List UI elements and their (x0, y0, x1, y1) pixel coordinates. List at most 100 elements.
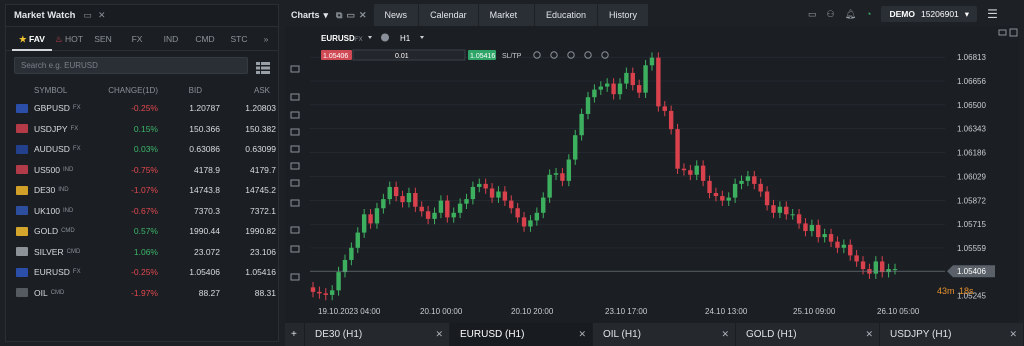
candle[interactable] (393, 186, 399, 197)
candle[interactable] (483, 183, 488, 189)
candle[interactable] (854, 255, 859, 262)
close-icon[interactable]: ✕ (578, 323, 586, 346)
list-item[interactable]: DE30 IND -1.07% 14743.8 14745.2 (6, 180, 278, 201)
candle[interactable] (656, 57, 661, 107)
chart-tab-oil[interactable]: OIL (H1) ✕ (593, 323, 736, 346)
candle[interactable] (349, 247, 354, 260)
grid-view-icon[interactable] (256, 62, 270, 74)
tab-stc[interactable]: STC (222, 27, 256, 51)
candle[interactable] (630, 72, 635, 86)
candle[interactable] (515, 208, 520, 218)
tab-hot[interactable]: ♨ HOT (52, 27, 86, 51)
candle[interactable] (477, 183, 482, 187)
candle[interactable] (419, 206, 424, 212)
candle[interactable] (598, 86, 604, 90)
bid-cell[interactable]: 14743.8 (158, 185, 220, 195)
bid-cell[interactable]: 0.63086 (158, 144, 220, 154)
candle[interactable] (848, 244, 853, 256)
list-item[interactable]: US500 IND -0.75% 4178.9 4179.7 (6, 160, 278, 181)
tab-ind[interactable]: IND (154, 27, 188, 51)
list-item[interactable]: EURUSD FX -0.25% 1.05406 1.05416 (6, 262, 278, 283)
ask-cell[interactable]: 0.63099 (220, 144, 276, 154)
candle[interactable] (604, 83, 610, 87)
chart-tab-eurusd[interactable]: EURUSD (H1) ✕ (450, 323, 593, 346)
tabs-more-icon[interactable]: » (256, 27, 276, 51)
candle[interactable] (425, 211, 431, 219)
candle[interactable] (624, 72, 629, 84)
candle[interactable] (502, 191, 508, 201)
candle[interactable] (790, 214, 795, 216)
candle[interactable] (668, 110, 674, 130)
candle[interactable] (381, 199, 386, 209)
candle[interactable] (528, 220, 533, 227)
minimize-icon[interactable]: ▭ (83, 10, 92, 21)
candle[interactable] (310, 287, 316, 292)
candle[interactable] (720, 196, 725, 201)
candle[interactable] (361, 214, 367, 233)
bid-cell[interactable]: 1990.44 (158, 226, 220, 236)
tab-news[interactable]: News (374, 4, 420, 26)
add-chart-button[interactable]: + (285, 323, 305, 346)
list-item[interactable]: GBPUSD FX -0.25% 1.20787 1.20803 (6, 98, 278, 119)
candle[interactable] (329, 290, 335, 295)
candle[interactable] (784, 206, 789, 215)
candle[interactable] (592, 89, 597, 98)
candle[interactable] (681, 168, 687, 171)
list-item[interactable]: OIL CMD -1.97% 88.27 88.31 (6, 283, 278, 304)
chart-menu-icon[interactable] (1009, 28, 1018, 37)
candle[interactable] (809, 224, 815, 232)
ask-cell[interactable]: 1990.82 (220, 226, 276, 236)
tab-market-analysis[interactable]: Market analysis (479, 4, 535, 42)
candle[interactable] (873, 261, 879, 274)
candle[interactable] (803, 223, 808, 232)
candle[interactable] (432, 212, 437, 219)
tab-sen[interactable]: SEN (86, 27, 120, 51)
list-item[interactable]: GOLD CMD 0.57% 1990.44 1990.82 (6, 221, 278, 242)
candle[interactable] (892, 269, 898, 271)
candle[interactable] (342, 259, 348, 273)
tab-history[interactable]: History (598, 4, 649, 26)
close-icon[interactable]: ✕ (865, 323, 873, 346)
candle[interactable] (553, 173, 559, 175)
candle[interactable] (764, 191, 770, 206)
candle[interactable] (438, 200, 444, 213)
candle[interactable] (573, 135, 578, 160)
candle[interactable] (374, 208, 380, 224)
candle[interactable] (726, 197, 731, 201)
ask-cell[interactable]: 1.20803 (220, 103, 276, 113)
candle[interactable] (579, 113, 584, 136)
layout-icon[interactable]: ▭ (808, 9, 817, 20)
info-icon[interactable] (381, 33, 389, 42)
candle[interactable] (489, 188, 495, 198)
candle[interactable] (688, 170, 693, 175)
candle[interactable] (585, 97, 591, 114)
menu-icon[interactable]: ☰ (987, 7, 998, 21)
candle[interactable] (521, 217, 527, 227)
tab-calendar[interactable]: Calendar (419, 4, 479, 26)
tab-charts[interactable]: Charts ▾ ⧉ ▭ ✕ (285, 4, 374, 26)
close-icon[interactable]: ✕ (1009, 323, 1017, 346)
candle[interactable] (413, 193, 418, 207)
list-item[interactable]: UK100 IND -0.67% 7370.3 7372.1 (6, 201, 278, 222)
tab-cmd[interactable]: CMD (188, 27, 222, 51)
candle[interactable] (464, 199, 469, 204)
candle[interactable] (860, 261, 866, 270)
bid-cell[interactable]: 88.27 (158, 288, 220, 298)
chart-tab-de30[interactable]: DE30 (H1) ✕ (305, 323, 450, 346)
close-icon[interactable]: ✕ (98, 10, 106, 21)
candle[interactable] (541, 197, 546, 213)
account-selector[interactable]: DEMO 15206901 ▾ (881, 6, 978, 22)
minimize-icon[interactable]: ▭ (346, 4, 355, 26)
candle[interactable] (777, 206, 783, 213)
candle[interactable] (368, 214, 373, 224)
candle[interactable] (700, 165, 706, 181)
chart-tab-usdjpy[interactable]: USDJPY (H1) ✕ (880, 323, 1024, 346)
candle[interactable] (880, 261, 885, 273)
candle[interactable] (317, 291, 322, 294)
bid-cell[interactable]: 1.20787 (158, 103, 220, 113)
ask-cell[interactable]: 14745.2 (220, 185, 276, 195)
candle[interactable] (643, 65, 648, 93)
price-chart[interactable]: 1.06813 1.06656 1.06500 1.06343 1.06186 1.060… (285, 26, 1019, 323)
candle[interactable] (611, 83, 616, 95)
candle[interactable] (387, 186, 392, 200)
